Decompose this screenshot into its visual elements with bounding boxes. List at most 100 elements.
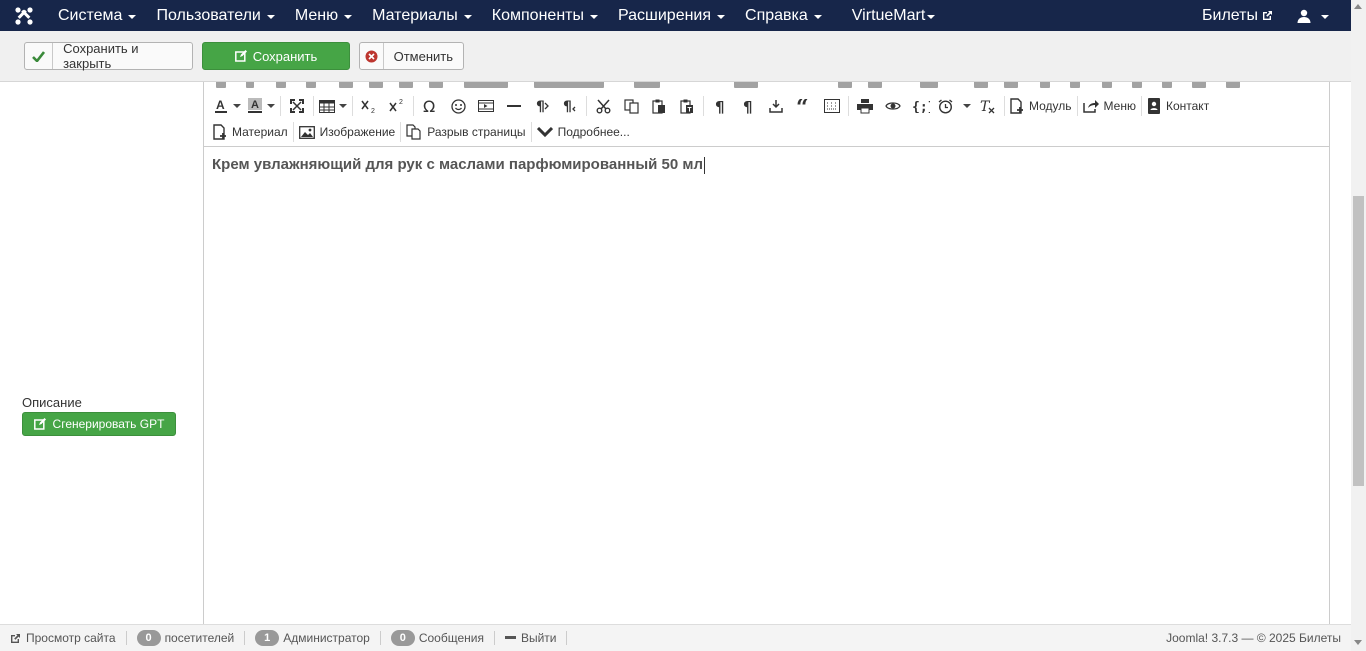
save-label: Сохранить <box>252 48 318 64</box>
admins-status[interactable]: 1 Администратор <box>245 630 381 646</box>
chevron-down-icon <box>344 14 353 19</box>
scissors-icon <box>596 99 610 113</box>
superscript-button[interactable]: 2 <box>383 94 411 118</box>
nav-extensions-label: Расширения <box>617 6 712 24</box>
share-icon <box>1082 100 1099 113</box>
read-more-button[interactable]: Подробнее... <box>534 120 633 144</box>
datetime-button[interactable] <box>935 94 974 118</box>
fullscreen-icon <box>290 99 304 113</box>
edit-icon <box>234 43 247 69</box>
logout-link[interactable]: Выйти <box>495 631 568 645</box>
emoticons-button[interactable] <box>444 94 472 118</box>
smiley-icon <box>450 98 466 114</box>
logout-label: Выйти <box>520 631 557 645</box>
save-and-close-button[interactable]: Сохранить и закрыть <box>24 41 193 71</box>
edit-icon <box>33 418 46 430</box>
view-site-link[interactable]: Просмотр сайта <box>0 631 127 645</box>
cancel-button[interactable]: Отменить <box>359 42 464 70</box>
nav-components[interactable]: Компоненты <box>482 0 608 31</box>
site-link[interactable]: Билеты <box>1192 0 1287 31</box>
external-link-icon <box>1263 11 1272 20</box>
fullscreen-button[interactable] <box>283 94 311 118</box>
special-char-button[interactable]: Ω <box>416 94 444 118</box>
editor-toolbar-row-2: Материал Изображение Разрыв страницы Под… <box>210 119 633 145</box>
insert-menu-label: Меню <box>1103 99 1136 113</box>
paste-text-icon <box>680 99 693 114</box>
nav-virtuemart-label: VirtueMart <box>851 6 926 24</box>
svg-text:¶: ¶ <box>536 99 545 114</box>
table-button[interactable] <box>316 94 350 118</box>
generate-gpt-button[interactable]: Сгенерировать GPT <box>22 412 176 436</box>
rtl-icon: ¶ <box>563 99 576 114</box>
scrollbar-thumb[interactable] <box>1353 196 1364 486</box>
messages-status[interactable]: 0 Сообщения <box>381 630 495 646</box>
svg-text:“: “ <box>796 99 809 113</box>
blockquote-button[interactable]: “ <box>790 94 818 118</box>
editor-text: Крем увлажняющий для рук с маслами парфю… <box>212 156 703 173</box>
ltr-button[interactable]: ¶ <box>528 94 556 118</box>
insert-article-button[interactable]: Материал <box>210 120 291 144</box>
background-color-icon: A <box>248 98 262 113</box>
insert-article-label: Материал <box>232 125 288 139</box>
nav-users-label: Пользователи <box>156 6 261 24</box>
paste-button[interactable] <box>645 94 673 118</box>
nav-virtuemart[interactable]: VirtueMart <box>842 0 946 31</box>
editor-content[interactable]: Крем увлажняющий для рук с маслами парфю… <box>212 156 705 174</box>
clear-formatting-button[interactable]: T <box>974 94 1002 118</box>
background-color-button[interactable]: A <box>244 94 278 118</box>
scroll-up-icon[interactable] <box>1354 4 1362 9</box>
svg-text:A: A <box>251 99 259 111</box>
messages-count-badge: 0 <box>390 630 415 646</box>
nav-extensions[interactable]: Расширения <box>608 0 735 31</box>
template-button[interactable] <box>818 94 846 118</box>
chevron-down-icon <box>233 104 241 108</box>
insert-image-button[interactable]: Изображение <box>296 120 399 144</box>
page-break-label: Разрыв страницы <box>427 125 526 139</box>
svg-text:¶: ¶ <box>743 98 753 114</box>
svg-text:A: A <box>216 98 225 112</box>
preview-button[interactable] <box>879 94 907 118</box>
horizontal-rule-icon <box>507 105 521 107</box>
editor-toolbar-row-clipped <box>204 82 1329 92</box>
paste-text-button[interactable] <box>673 94 701 118</box>
subscript-button[interactable]: 2 <box>355 94 383 118</box>
page-break-button[interactable]: Разрыв страницы <box>403 120 528 144</box>
save-and-close-label: Сохранить и закрыть <box>63 41 139 71</box>
text-color-icon: A <box>215 98 227 113</box>
visitors-label: посетителей <box>164 631 235 645</box>
rtl-button[interactable]: ¶ <box>556 94 584 118</box>
visitors-status[interactable]: 0 посетителей <box>127 630 246 646</box>
user-menu[interactable] <box>1287 0 1351 31</box>
svg-text:2: 2 <box>371 108 375 114</box>
save-button[interactable]: Сохранить <box>202 42 350 70</box>
svg-text:2: 2 <box>399 99 403 106</box>
text-color-button[interactable]: A <box>210 94 244 118</box>
print-button[interactable] <box>851 94 879 118</box>
nav-menu[interactable]: Меню <box>285 0 362 31</box>
quote-icon: “ <box>796 99 809 113</box>
cut-button[interactable] <box>589 94 617 118</box>
upload-tray-icon <box>769 100 783 113</box>
media-button[interactable] <box>472 94 500 118</box>
scroll-down-icon[interactable] <box>1354 640 1362 645</box>
insert-datetime-button[interactable] <box>762 94 790 118</box>
description-label: Описание <box>22 395 82 410</box>
chevron-down-icon <box>589 14 598 19</box>
nav-users[interactable]: Пользователи <box>146 0 284 31</box>
nav-help[interactable]: Справка <box>735 0 832 31</box>
code-sample-button[interactable]: {;} <box>907 94 935 118</box>
nav-help-label: Справка <box>745 6 808 24</box>
horizontal-rule-button[interactable] <box>500 94 528 118</box>
visual-chars-button[interactable]: ¶ <box>706 94 734 118</box>
copy-button[interactable] <box>617 94 645 118</box>
page-scrollbar[interactable] <box>1351 0 1366 651</box>
nav-content[interactable]: Материалы <box>362 0 482 31</box>
insert-menu-button[interactable]: Меню <box>1080 94 1139 118</box>
nav-system[interactable]: Система <box>48 0 146 31</box>
chevron-down-icon <box>1321 14 1329 19</box>
insert-module-button[interactable]: Модуль <box>1007 94 1075 118</box>
visual-blocks-button[interactable]: ¶ <box>734 94 762 118</box>
read-more-label: Подробнее... <box>557 125 630 139</box>
joomla-logo-icon[interactable] <box>0 0 48 31</box>
insert-contact-button[interactable]: Контакт <box>1144 94 1212 118</box>
